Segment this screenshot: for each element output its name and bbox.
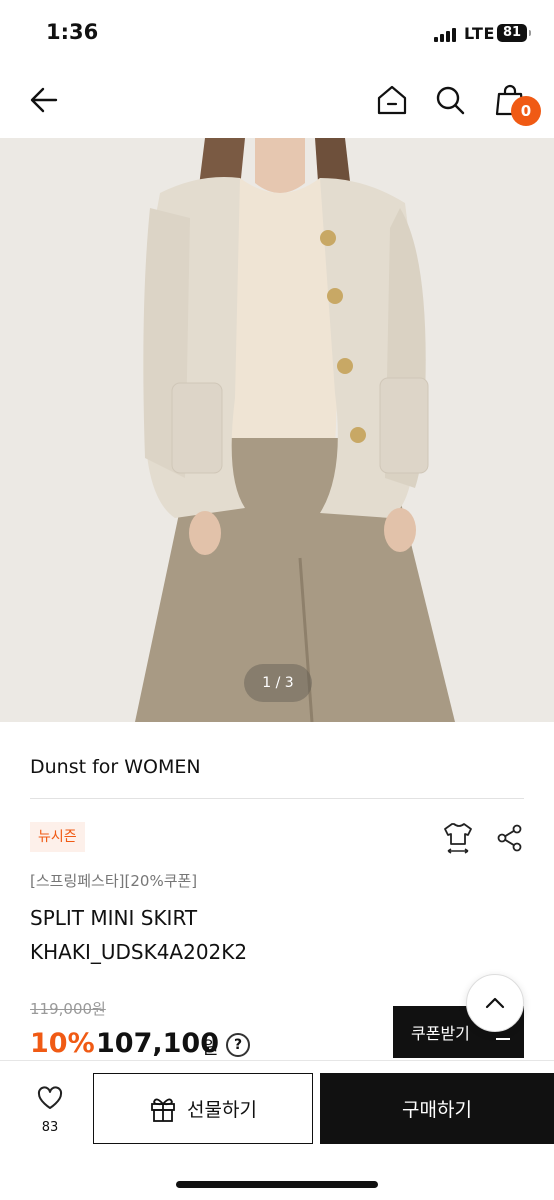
like-count: 83	[41, 1120, 59, 1135]
back-button[interactable]	[22, 78, 66, 122]
discount-rate: 10%	[30, 1028, 95, 1059]
home-button[interactable]	[370, 78, 414, 122]
promo-text: [스프링페스타][20%쿠폰]	[30, 872, 198, 890]
product-name-line1: SPLIT MINI SKIRT	[30, 906, 198, 930]
like-button[interactable]: 83	[20, 1084, 80, 1144]
status-time: 1:36	[46, 20, 99, 44]
image-counter: 1 / 3	[244, 664, 312, 702]
back-arrow-icon	[30, 87, 58, 113]
search-button[interactable]	[428, 78, 472, 122]
original-price: 119,000원	[30, 1000, 106, 1018]
home-indicator	[176, 1181, 378, 1188]
divider	[30, 798, 524, 799]
cart-badge: 0	[511, 96, 541, 126]
product-image[interactable]	[0, 138, 554, 722]
search-icon	[436, 86, 465, 115]
currency-label: 원	[202, 1038, 219, 1059]
size-guide-icon	[444, 823, 472, 854]
sale-price: 107,100	[96, 1028, 219, 1059]
share-icon	[497, 824, 522, 852]
battery-icon: 81	[497, 24, 531, 42]
gift-button[interactable]: 선물하기	[93, 1073, 313, 1144]
buy-label: 구매하기	[402, 1099, 472, 1121]
gift-label: 선물하기	[187, 1099, 257, 1121]
status-bar: 1:36 LTE 81	[0, 0, 554, 66]
coupon-label: 쿠폰받기	[411, 1024, 470, 1043]
signal-icon	[434, 28, 460, 42]
gift-icon	[151, 1098, 175, 1122]
product-name-line2: KHAKI_UDSK4A202K2	[30, 940, 248, 964]
product-photo-illustration	[0, 138, 554, 722]
heart-icon	[37, 1086, 63, 1109]
chevron-up-icon	[485, 997, 505, 1009]
price-help-icon[interactable]: ?	[226, 1033, 250, 1057]
share-button[interactable]	[492, 820, 528, 856]
brand-name[interactable]: Dunst for WOMEN	[30, 756, 201, 778]
new-season-tag: 뉴시즌	[30, 822, 85, 852]
app-header	[0, 66, 554, 138]
size-guide-button[interactable]	[440, 820, 476, 856]
scroll-top-button[interactable]	[466, 974, 524, 1032]
home-icon	[377, 85, 407, 115]
buy-button[interactable]: 구매하기	[320, 1073, 554, 1144]
network-label: LTE	[464, 24, 495, 43]
